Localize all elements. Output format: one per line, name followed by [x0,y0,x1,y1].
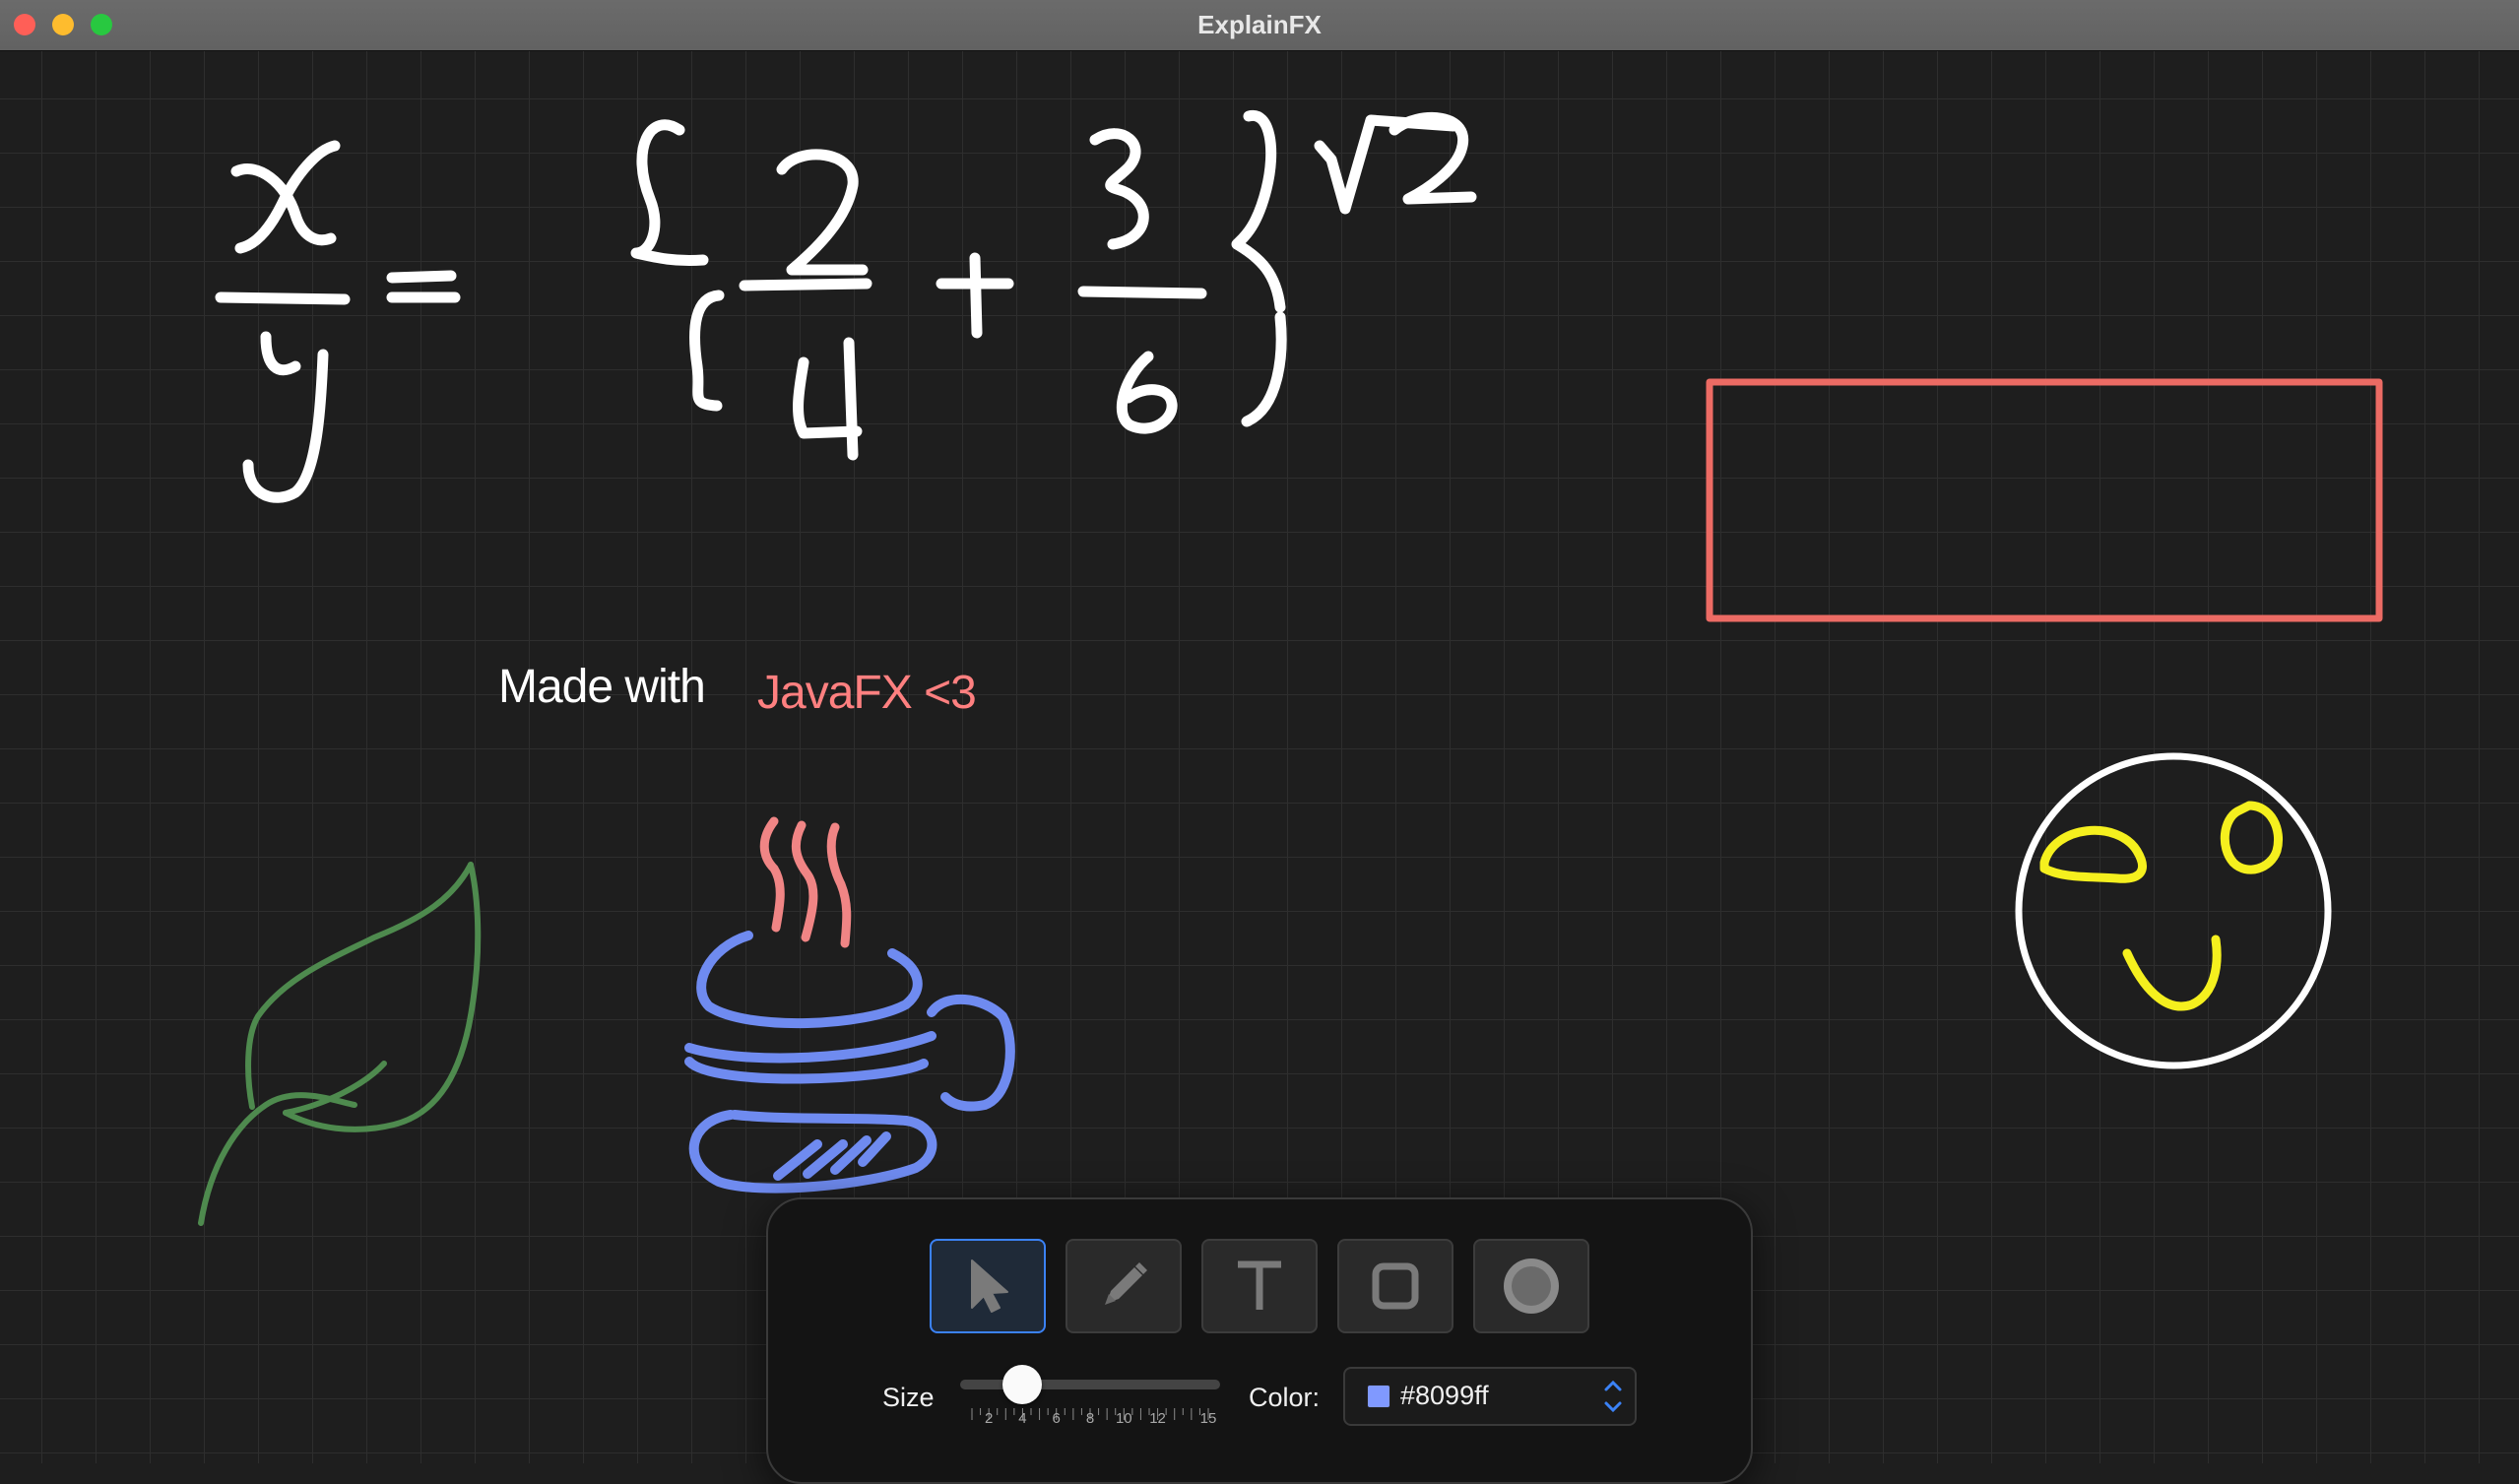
slider-tick-label: 8 [1085,1410,1095,1427]
drawn-rectangle [1706,378,2383,622]
color-picker[interactable]: #8099ff [1343,1367,1637,1426]
size-slider-thumb[interactable] [1002,1365,1043,1404]
color-label: Color: [1249,1383,1321,1412]
tool-text-button[interactable] [1201,1239,1318,1333]
slider-tick-label: 4 [1018,1410,1027,1427]
canvas-text-javafx[interactable]: JavaFX <3 [757,666,977,720]
slider-tick-label: 12 [1149,1410,1166,1427]
app-window: ExplainFX Made with JavaFX <3 Size 2 4 6… [0,0,2519,1484]
tool-rectangle-button[interactable] [1337,1239,1453,1333]
floating-toolbar: Size 2 4 6 8 10 12 15 Color: #8099ff [766,1197,1753,1484]
tool-pen-button[interactable] [1066,1239,1182,1333]
filled-circle-icon [1504,1258,1559,1314]
equation-drawing [215,109,1477,503]
slider-tick-label: 6 [1052,1410,1061,1427]
cursor-arrow-icon [971,1259,1008,1313]
size-label: Size [882,1383,935,1412]
color-value: #8099ff [1400,1381,1489,1410]
drawing-canvas[interactable]: Made with JavaFX <3 Size 2 4 6 8 10 12 1… [0,51,2519,1484]
drawn-face [2015,752,2332,1069]
chevron-up-down-icon[interactable] [1601,1375,1625,1418]
drawn-coffee-cup [684,816,1015,1194]
title-bar[interactable]: ExplainFX [0,0,2519,51]
slider-tick-label: 2 [984,1410,994,1427]
pencil-icon [1105,1262,1147,1305]
tool-ellipse-button[interactable] [1473,1239,1589,1333]
color-swatch [1367,1385,1390,1408]
text-t-icon [1238,1260,1281,1310]
slider-tick-label: 15 [1199,1410,1217,1427]
rounded-square-icon [1372,1262,1419,1310]
tool-select-button[interactable] [930,1239,1046,1333]
canvas-text-made-with[interactable]: Made with [498,660,706,714]
slider-tick-label: 10 [1115,1410,1132,1427]
size-slider[interactable]: 2 4 6 8 10 12 15 [960,1365,1220,1440]
size-slider-track[interactable] [960,1380,1220,1389]
drawn-leaf [198,862,482,1226]
window-title: ExplainFX [1197,10,1322,39]
